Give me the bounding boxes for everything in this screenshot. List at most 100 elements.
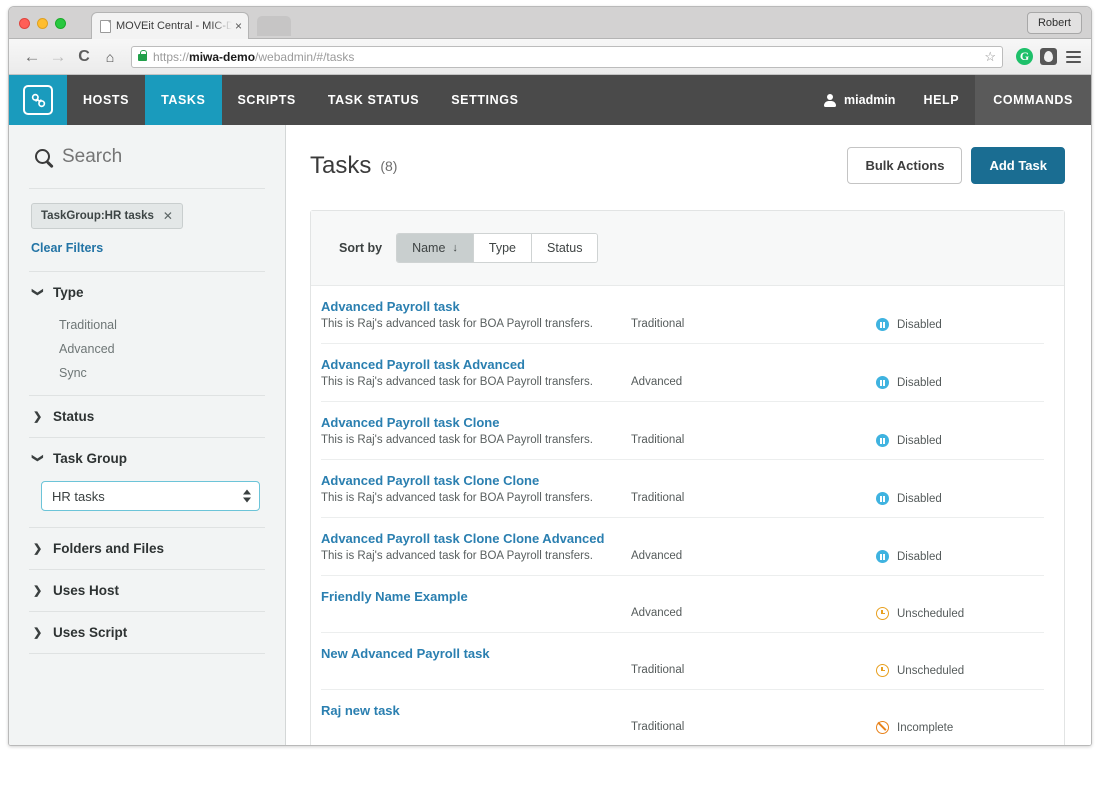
task-name-cell: Advanced Payroll task Clone CloneThis is… — [321, 473, 631, 504]
task-description: This is Raj's advanced task for BOA Payr… — [321, 550, 631, 562]
add-task-button[interactable]: Add Task — [971, 147, 1065, 184]
task-status-cell: Disabled — [876, 357, 1044, 389]
nav-item-settings[interactable]: SETTINGS — [435, 75, 534, 125]
nav-item-commands[interactable]: COMMANDS — [975, 75, 1091, 125]
task-name-cell: Advanced Payroll task Advanced This is Ra… — [321, 357, 631, 388]
task-row: Advanced Payroll task Clone CloneThis is… — [321, 460, 1044, 518]
page-favicon-icon — [100, 20, 111, 33]
facet-option-advanced[interactable]: Advanced — [29, 337, 265, 361]
facet-option-traditional[interactable]: Traditional — [29, 313, 265, 337]
facet-uses-script-header[interactable]: ❯ Uses Script — [29, 612, 265, 653]
remove-filter-icon[interactable]: ✕ — [163, 209, 173, 223]
pause-icon — [876, 492, 889, 505]
chevron-down-icon: ❯ — [32, 288, 45, 298]
slash-circle-icon — [876, 721, 889, 734]
task-status-label: Disabled — [897, 551, 942, 563]
nav-item-task-status[interactable]: TASK STATUS — [312, 75, 435, 125]
task-status-label: Disabled — [897, 319, 942, 331]
sort-button-status[interactable]: Status — [532, 234, 597, 262]
minimize-window-button[interactable] — [37, 18, 48, 29]
chevron-down-icon: ❯ — [32, 454, 45, 464]
chevron-right-icon: ❯ — [33, 410, 43, 423]
search-input[interactable] — [62, 146, 262, 168]
task-status-label: Disabled — [897, 435, 942, 447]
screenshot-root: MOVEit Central - MIC-DEM × Robert ← → C … — [0, 0, 1100, 800]
task-link[interactable]: Raj new task — [321, 703, 631, 718]
task-link[interactable]: Advanced Payroll task Clone — [321, 415, 631, 430]
task-link[interactable]: Advanced Payroll task — [321, 299, 631, 314]
close-tab-icon[interactable]: × — [235, 20, 242, 32]
facet-type-label: Type — [53, 285, 84, 300]
tasks-panel: Sort by Name ↓ Type Status Advanced Payr… — [310, 210, 1065, 746]
back-icon[interactable]: ← — [19, 48, 45, 65]
clock-icon — [876, 607, 889, 620]
task-link[interactable]: New Advanced Payroll task — [321, 646, 631, 661]
filters-sidebar: TaskGroup:HR tasks ✕ Clear Filters ❯ Typ… — [9, 125, 286, 746]
facet-status: ❯ Status — [29, 395, 265, 437]
address-bar[interactable]: https://miwa-demo/webadmin/#/tasks ☆ — [131, 46, 1003, 68]
search-icon — [35, 149, 50, 164]
bulk-actions-button[interactable]: Bulk Actions — [847, 147, 962, 184]
search-row[interactable] — [29, 125, 265, 188]
extension-icon[interactable] — [1040, 48, 1057, 65]
task-status-cell: Incomplete — [876, 703, 1044, 734]
task-status-cell: Disabled — [876, 299, 1044, 331]
page-header: Tasks (8) Bulk Actions Add Task — [310, 147, 1065, 184]
facet-folders-and-files-header[interactable]: ❯ Folders and Files — [29, 528, 265, 569]
browser-tab[interactable]: MOVEit Central - MIC-DEM × — [91, 12, 249, 39]
moveit-logo-icon — [23, 85, 53, 115]
task-link[interactable]: Advanced Payroll task Clone Clone — [321, 473, 631, 488]
task-link[interactable]: Advanced Payroll task Clone Clone Advanc… — [321, 531, 631, 546]
nav-item-help[interactable]: HELP — [907, 75, 975, 125]
task-type-cell: Traditional — [631, 299, 876, 330]
bookmark-star-icon[interactable]: ☆ — [984, 49, 996, 65]
new-tab-button[interactable] — [257, 16, 291, 36]
close-window-button[interactable] — [19, 18, 30, 29]
pause-icon — [876, 550, 889, 563]
task-link[interactable]: Friendly Name Example — [321, 589, 631, 604]
nav-item-hosts[interactable]: HOSTS — [67, 75, 145, 125]
browser-menu-icon[interactable] — [1066, 51, 1081, 63]
task-status-cell: Disabled — [876, 473, 1044, 505]
sort-button-name[interactable]: Name ↓ — [397, 234, 474, 262]
grammarly-extension-icon[interactable]: G — [1016, 48, 1033, 65]
home-icon[interactable]: ⌂ — [97, 50, 123, 64]
sort-bar: Sort by Name ↓ Type Status — [311, 211, 1064, 286]
window-controls[interactable] — [19, 18, 66, 29]
maximize-window-button[interactable] — [55, 18, 66, 29]
task-status-cell: Disabled — [876, 415, 1044, 447]
app-body: TaskGroup:HR tasks ✕ Clear Filters ❯ Typ… — [9, 125, 1091, 746]
clear-filters-link[interactable]: Clear Filters — [31, 241, 265, 255]
forward-icon[interactable]: → — [45, 48, 71, 65]
user-menu[interactable]: miadmin — [807, 75, 907, 125]
facet-status-header[interactable]: ❯ Status — [29, 396, 265, 437]
reload-icon[interactable]: C — [71, 49, 97, 65]
pause-icon — [876, 434, 889, 447]
nav-item-tasks[interactable]: TASKS — [145, 75, 221, 125]
facet-option-sync[interactable]: Sync — [29, 361, 265, 385]
nav-item-scripts[interactable]: SCRIPTS — [222, 75, 312, 125]
sort-button-type[interactable]: Type — [474, 234, 532, 262]
filter-chip-label: TaskGroup:HR tasks — [41, 210, 154, 222]
facet-uses-host-header[interactable]: ❯ Uses Host — [29, 570, 265, 611]
task-description: This is Raj's advanced task for BOA Payr… — [321, 434, 631, 446]
task-link[interactable]: Advanced Payroll task Advanced — [321, 357, 631, 372]
app-logo[interactable] — [9, 75, 67, 125]
task-status-label: Unscheduled — [897, 608, 964, 620]
nav-right-group: miadmin HELP COMMANDS — [807, 75, 1091, 125]
facet-task-group-header[interactable]: ❯ Task Group — [29, 438, 265, 479]
task-group-select[interactable]: HR tasks — [41, 481, 260, 511]
facet-type-header[interactable]: ❯ Type — [29, 272, 265, 313]
task-row: Advanced Payroll task Clone Clone Advanc… — [321, 518, 1044, 576]
facet-uses-host: ❯ Uses Host — [29, 569, 265, 611]
task-type-cell: Traditional — [631, 473, 876, 504]
task-row: Raj new taskTraditionalIncomplete — [321, 690, 1044, 746]
task-status-cell: Unscheduled — [876, 646, 1044, 677]
facet-uses-script: ❯ Uses Script — [29, 611, 265, 653]
sort-by-label: Sort by — [339, 241, 382, 255]
application: HOSTS TASKS SCRIPTS TASK STATUS SETTINGS… — [9, 75, 1091, 746]
filter-chip-taskgroup[interactable]: TaskGroup:HR tasks ✕ — [31, 203, 183, 229]
sort-segmented-control: Name ↓ Type Status — [396, 233, 598, 263]
browser-profile-button[interactable]: Robert — [1027, 12, 1082, 34]
task-description: This is Raj's advanced task for BOA Payr… — [321, 376, 631, 388]
